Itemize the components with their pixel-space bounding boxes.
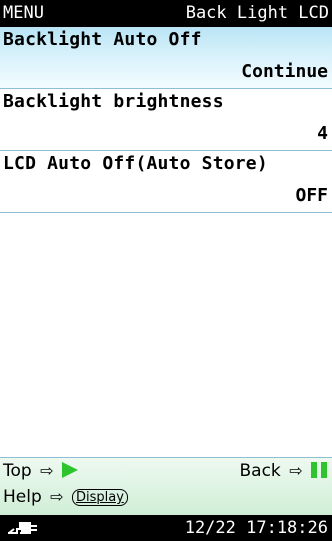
- setting-label: Backlight Auto Off: [3, 29, 202, 50]
- display-key[interactable]: Display: [71, 489, 128, 506]
- setting-label: LCD Auto Off(Auto Store): [3, 153, 268, 174]
- settings-list: Backlight Auto Off Continue Backlight br…: [0, 27, 332, 213]
- clock: 12/22 17:18:26: [184, 518, 328, 538]
- play-key-icon[interactable]: [61, 462, 78, 478]
- key-guide-row-help: Help ⇨ Display: [3, 485, 128, 509]
- setting-value: 4: [317, 123, 328, 144]
- help-label: Help: [3, 487, 42, 507]
- arrow-right-icon: ⇨: [289, 461, 303, 480]
- setting-backlight-brightness[interactable]: Backlight brightness 4: [0, 89, 332, 151]
- screen-title: Back Light LCD: [185, 3, 329, 23]
- arrow-right-icon: ⇨: [40, 461, 54, 480]
- back-label: Back: [239, 461, 281, 481]
- back-key-hint: Back ⇨: [239, 459, 327, 483]
- setting-value: Continue: [241, 61, 328, 82]
- menu-label: MENU: [3, 3, 44, 23]
- setting-value: OFF: [295, 185, 328, 206]
- arrow-right-icon: ⇨: [50, 487, 64, 506]
- status-bar: 12/22 17:18:26: [0, 515, 332, 541]
- title-bar: MENU Back Light LCD: [0, 0, 332, 27]
- top-label: Top: [3, 461, 32, 481]
- key-guide-row-top: Top ⇨ Back ⇨: [3, 459, 329, 483]
- ac-plug-icon: [8, 522, 37, 534]
- setting-lcd-auto-off[interactable]: LCD Auto Off(Auto Store) OFF: [0, 151, 332, 213]
- setting-backlight-auto-off[interactable]: Backlight Auto Off Continue: [0, 27, 332, 89]
- key-guide: Top ⇨ Back ⇨ Help ⇨ Display: [0, 457, 332, 516]
- pause-key-icon[interactable]: [311, 462, 327, 478]
- setting-label: Backlight brightness: [3, 91, 224, 112]
